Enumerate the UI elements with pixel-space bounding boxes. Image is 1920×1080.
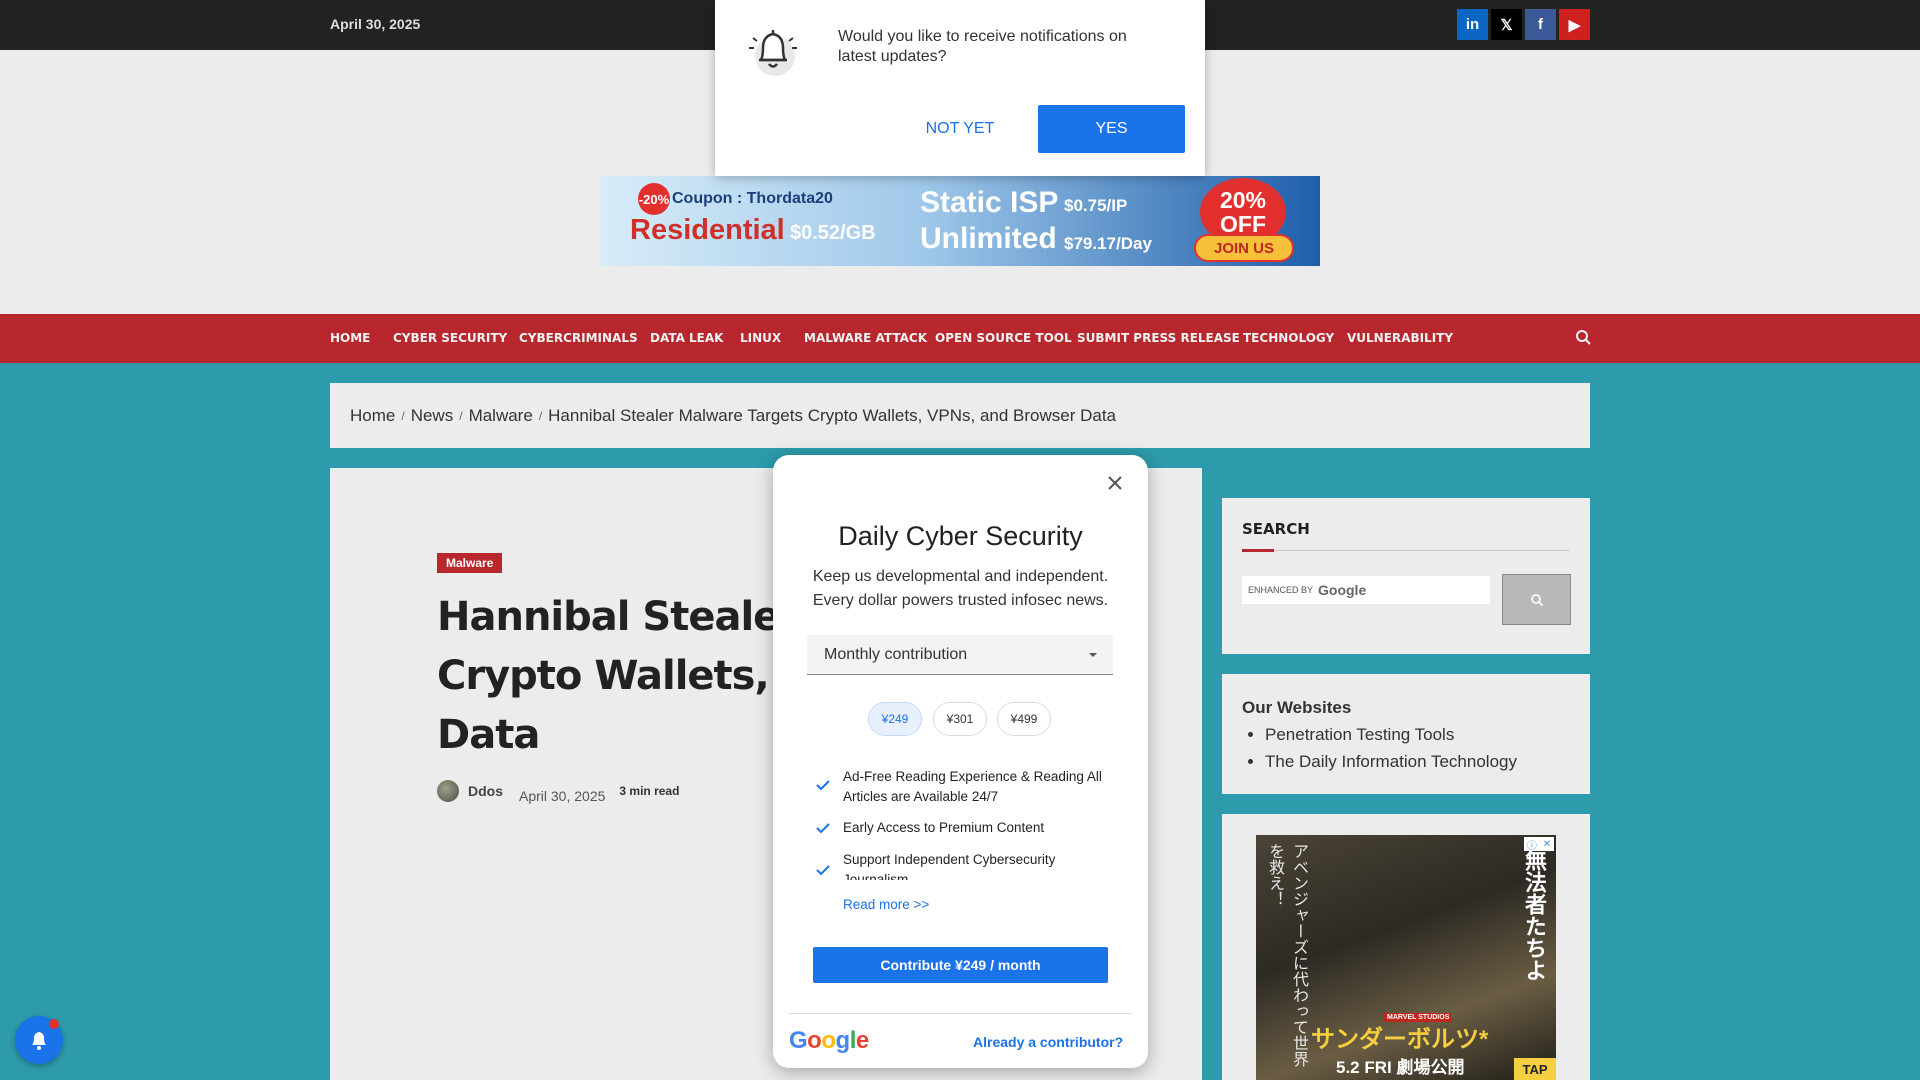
select-value: Monthly contribution bbox=[824, 645, 968, 663]
breadcrumb-current: Hannibal Stealer Malware Targets Crypto … bbox=[548, 405, 1117, 425]
nav-item-malware-attack[interactable]: MALWARE ATTACK bbox=[804, 331, 927, 345]
list-item[interactable]: The Daily Information Technology bbox=[1265, 748, 1570, 775]
facebook-icon[interactable]: f bbox=[1525, 9, 1556, 40]
residential-price: $0.52/GB bbox=[790, 222, 876, 244]
amount-option-301[interactable]: ¥301 bbox=[933, 702, 987, 736]
article-meta: Ddos April 30, 2025 3 min read bbox=[437, 778, 679, 804]
ad-title: サンダーボルツ* bbox=[1311, 1026, 1489, 1053]
banner-ad[interactable]: -20% Coupon : Thordata20 Residential $0.… bbox=[600, 176, 1320, 266]
residential-label: Residential bbox=[630, 214, 785, 246]
coupon-text: Coupon : Thordata20 bbox=[672, 190, 833, 207]
top-date: April 30, 2025 bbox=[330, 16, 421, 32]
yes-button[interactable]: YES bbox=[1038, 105, 1185, 153]
nav-item-open-source-tool[interactable]: OPEN SOURCE TOOL bbox=[935, 331, 1072, 345]
author-name[interactable]: Ddos bbox=[468, 783, 503, 799]
nav-item-linux[interactable]: LINUX bbox=[740, 331, 781, 345]
title-underline bbox=[1242, 549, 1274, 552]
check-icon bbox=[815, 862, 831, 878]
nav-item-cyber-security[interactable]: CYBER SECURITY bbox=[393, 331, 507, 345]
google-search-input[interactable]: ENHANCED BY Google bbox=[1242, 576, 1490, 604]
amount-option-499[interactable]: ¥499 bbox=[997, 702, 1051, 736]
publish-date: April 30, 2025 bbox=[519, 788, 606, 804]
amount-option-249[interactable]: ¥249 bbox=[868, 702, 922, 736]
youtube-icon[interactable]: ▶ bbox=[1559, 9, 1590, 40]
x-twitter-icon[interactable]: 𝕏 bbox=[1491, 9, 1522, 40]
movie-ad[interactable]: アベンジャーズに代わって世界を救え！ 無法者たちよ MARVEL STUDIOS… bbox=[1256, 835, 1556, 1080]
static-isp-price: $0.75/IP bbox=[1064, 196, 1128, 215]
nav-item-home[interactable]: HOME bbox=[330, 331, 370, 345]
dialog-subtitle: Keep us developmental and independent. E… bbox=[812, 568, 1109, 609]
read-more-link[interactable]: Read more >> bbox=[843, 897, 929, 912]
ad-tagline: 無法者たちよ bbox=[1522, 849, 1547, 981]
linkedin-icon[interactable]: in bbox=[1457, 9, 1488, 40]
nav-item-vulnerability[interactable]: VULNERABILITY bbox=[1347, 331, 1453, 345]
breadcrumb-separator: / bbox=[401, 408, 405, 423]
notification-prompt: Would you like to receive notifications … bbox=[715, 0, 1205, 176]
search-icon bbox=[1530, 593, 1543, 606]
notification-message: Would you like to receive notifications … bbox=[838, 28, 1127, 65]
breadcrumb-separator: / bbox=[538, 408, 543, 423]
google-label: Google bbox=[1318, 582, 1367, 598]
sidebar-ad-widget: アベンジャーズに代わって世界を救え！ 無法者たちよ MARVEL STUDIOS… bbox=[1222, 814, 1590, 1080]
unlimited-price: $79.17/Day bbox=[1064, 234, 1152, 253]
contribute-button[interactable]: Contribute ¥249 / month bbox=[813, 947, 1108, 983]
check-icon bbox=[815, 777, 831, 793]
google-logo: Google bbox=[789, 1027, 869, 1054]
discount-badge: -20% bbox=[638, 183, 670, 215]
website-link[interactable]: The Daily Information Technology bbox=[1265, 752, 1517, 771]
our-websites-title: Our Websites bbox=[1242, 698, 1352, 717]
google-search-button[interactable] bbox=[1502, 574, 1571, 625]
websites-list: Penetration Testing Tools The Daily Info… bbox=[1242, 721, 1570, 775]
ad-vertical-text: アベンジャーズに代わって世界を救え！ bbox=[1266, 843, 1307, 1067]
list-item[interactable]: Penetration Testing Tools bbox=[1265, 721, 1570, 748]
author-avatar bbox=[437, 780, 459, 802]
category-tag[interactable]: Malware bbox=[437, 553, 503, 573]
bell-icon bbox=[745, 22, 807, 78]
our-websites-widget: Our Websites Penetration Testing Tools T… bbox=[1222, 674, 1590, 794]
chevron-down-icon bbox=[1089, 653, 1097, 657]
nav-item-cybercriminals[interactable]: CYBERCRIMINALS bbox=[519, 331, 638, 345]
enhanced-by-label: ENHANCED BY bbox=[1248, 585, 1314, 595]
ad-date: 5.2 FRI 劇場公開 bbox=[1336, 1058, 1465, 1077]
benefit-item: Early Access to Premium Content bbox=[843, 820, 1045, 835]
breadcrumb-home[interactable]: Home bbox=[350, 406, 395, 426]
breadcrumb-separator: / bbox=[459, 408, 463, 423]
close-icon[interactable] bbox=[1103, 471, 1127, 495]
dialog-title: Daily Cyber Security bbox=[838, 521, 1083, 551]
benefit-item: Support Independent Cybersecurity Journa… bbox=[843, 852, 1056, 880]
bell-icon bbox=[32, 1032, 46, 1050]
search-widget-title: SEARCH bbox=[1242, 520, 1310, 538]
already-contributor-link[interactable]: Already a contributor? bbox=[973, 1034, 1123, 1050]
nav-item-data-leak[interactable]: DATA LEAK bbox=[650, 331, 723, 345]
check-icon bbox=[815, 820, 831, 836]
read-time: 3 min read bbox=[619, 784, 680, 798]
static-isp-label: Static ISP bbox=[920, 186, 1059, 219]
notification-dot bbox=[49, 1019, 59, 1029]
breadcrumb: Home / News / Malware / Hannibal Stealer… bbox=[330, 383, 1590, 448]
website-link[interactable]: Penetration Testing Tools bbox=[1265, 725, 1454, 744]
join-us-button[interactable]: JOIN US bbox=[1194, 234, 1294, 262]
benefit-item: Ad-Free Reading Experience & Reading All… bbox=[843, 769, 1102, 804]
main-nav: HOME CYBER SECURITY CYBERCRIMINALS DATA … bbox=[0, 314, 1920, 363]
not-yet-button[interactable]: NOT YET bbox=[895, 105, 1025, 153]
title-divider bbox=[1242, 550, 1570, 551]
contribution-type-select[interactable]: Monthly contribution bbox=[807, 635, 1113, 675]
search-widget: SEARCH ENHANCED BY Google bbox=[1222, 498, 1590, 654]
dialog-divider bbox=[789, 1013, 1132, 1014]
nav-item-submit-press-release[interactable]: SUBMIT PRESS RELEASE bbox=[1077, 331, 1240, 345]
nav-item-technology[interactable]: TECHNOLOGY bbox=[1243, 331, 1334, 345]
notification-bell-button[interactable] bbox=[15, 1016, 63, 1064]
breadcrumb-news[interactable]: News bbox=[411, 406, 454, 426]
tap-button[interactable]: TAP bbox=[1514, 1058, 1556, 1080]
breadcrumb-malware[interactable]: Malware bbox=[469, 406, 533, 426]
search-icon[interactable] bbox=[1574, 328, 1594, 348]
contribution-dialog: Daily Cyber Security Keep us development… bbox=[773, 455, 1148, 1068]
ad-choices-icon[interactable]: ⓘ ✕ bbox=[1524, 837, 1554, 852]
unlimited-label: Unlimited bbox=[920, 222, 1057, 255]
